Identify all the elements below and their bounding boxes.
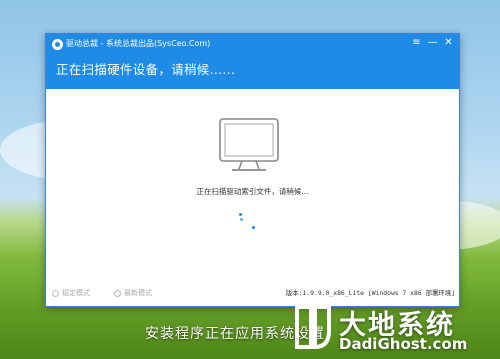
radio-circle [52,289,59,297]
watermark-en: DadiGhost.com [339,335,468,353]
watermark-logo-icon [295,305,331,350]
title-bar[interactable]: 驱动总裁 - 系统总裁出品(SysCeo.Com) ≡ — ✕ 正在扫描硬件设备… [46,34,459,89]
stable-mode-label: 稳定模式 [62,289,90,297]
app-logo-icon [52,39,63,50]
spinner-dot [240,218,243,221]
version-text: 版本:1.9.9.0_x86_Lite [Windows 7 x86 部署环境] [285,289,455,297]
latest-mode-radio[interactable]: 最新模式 [114,288,152,298]
latest-mode-label: 最新模式 [124,289,152,297]
stable-mode-radio[interactable]: 稳定模式 [52,288,90,298]
scan-panel: 正在扫描驱动索引文件，请稍候... [46,89,459,306]
close-icon[interactable]: ✕ [442,36,455,49]
loading-spinner-icon [236,209,260,233]
window-controls: ≡ — ✕ [410,36,455,49]
minimize-icon[interactable]: — [426,36,439,49]
installer-window: 驱动总裁 - 系统总裁出品(SysCeo.Com) ≡ — ✕ 正在扫描硬件设备… [45,33,460,307]
spinner-dot [239,213,242,216]
page-heading: 正在扫描硬件设备，请稍候...... [56,62,236,77]
monitor-icon [219,118,279,171]
menu-icon[interactable]: ≡ [410,36,423,49]
site-watermark: 大地系统 DadiGhost.com [291,301,496,357]
window-title: 驱动总裁 - 系统总裁出品(SysCeo.Com) [66,39,211,48]
radio-circle [114,289,121,297]
scan-status-text: 正在扫描驱动索引文件，请稍候... [196,187,309,196]
spinner-dot [252,226,255,229]
